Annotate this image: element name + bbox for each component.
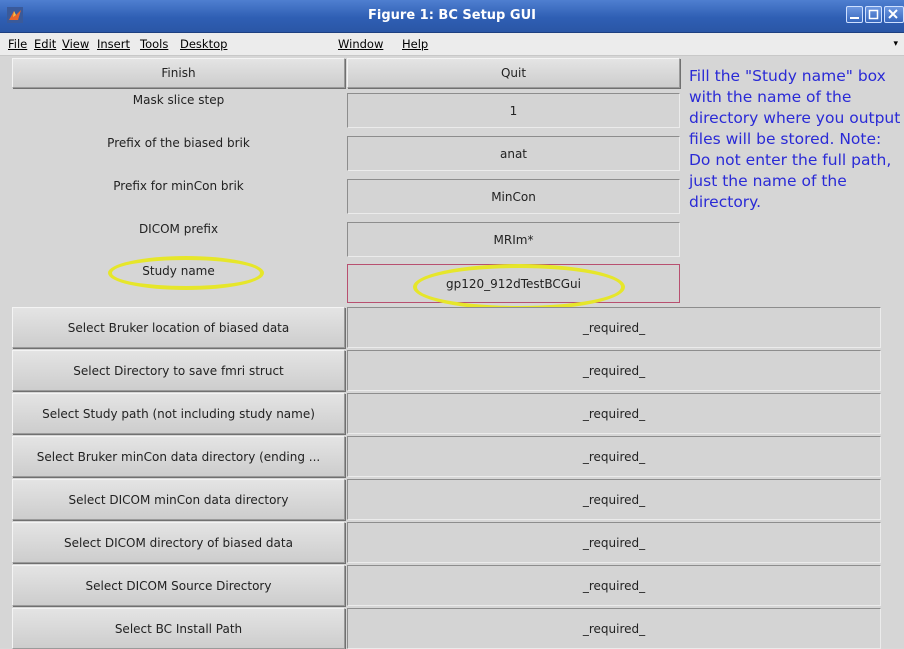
mincon-brik-prefix-field[interactable]: MinCon <box>347 179 680 214</box>
menu-view[interactable]: View <box>62 37 89 51</box>
select-fmri-struct-dir-button[interactable]: Select Directory to save fmri struct <box>12 350 345 391</box>
maximize-icon <box>868 9 879 20</box>
dicom-mincon-dir-field[interactable]: _required_ <box>347 479 881 520</box>
select-bc-install-path-button[interactable]: Select BC Install Path <box>12 608 345 649</box>
menu-bar: File Edit View Insert Tools Desktop Wind… <box>0 33 904 56</box>
dicom-prefix-field[interactable]: MRIm* <box>347 222 680 257</box>
menu-insert[interactable]: Insert <box>97 37 130 51</box>
menu-file[interactable]: File <box>8 37 27 51</box>
bc-install-path-field[interactable]: _required_ <box>347 608 881 649</box>
menu-tools[interactable]: Tools <box>140 37 168 51</box>
close-button[interactable] <box>884 6 904 23</box>
close-icon <box>888 9 898 19</box>
toolbar-arrow-icon[interactable]: ▾ <box>893 39 898 49</box>
fmri-struct-dir-field[interactable]: _required_ <box>347 350 881 391</box>
select-dicom-mincon-button[interactable]: Select DICOM minCon data directory <box>12 479 345 520</box>
select-dicom-biased-button[interactable]: Select DICOM directory of biased data <box>12 522 345 563</box>
dicom-prefix-label: DICOM prefix <box>138 222 219 236</box>
figure-content: Finish Quit Mask slice step 1 Prefix of … <box>0 56 904 649</box>
study-name-label: Study name <box>142 264 215 278</box>
select-study-path-button[interactable]: Select Study path (not including study n… <box>12 393 345 434</box>
menu-desktop[interactable]: Desktop <box>180 37 227 51</box>
study-name-field[interactable]: gp120_912dTestBCGui <box>347 264 680 303</box>
biased-brik-prefix-field[interactable]: anat <box>347 136 680 171</box>
menu-edit[interactable]: Edit <box>34 37 56 51</box>
select-dicom-source-button[interactable]: Select DICOM Source Directory <box>12 565 345 606</box>
title-bar: Figure 1: BC Setup GUI <box>0 0 904 33</box>
dicom-source-dir-field[interactable]: _required_ <box>347 565 881 606</box>
dicom-biased-dir-field[interactable]: _required_ <box>347 522 881 563</box>
bruker-biased-path-field[interactable]: _required_ <box>347 307 881 348</box>
finish-button[interactable]: Finish <box>12 58 345 88</box>
mask-slice-step-field[interactable]: 1 <box>347 93 680 128</box>
study-path-field[interactable]: _required_ <box>347 393 881 434</box>
select-bruker-biased-button[interactable]: Select Bruker location of biased data <box>12 307 345 348</box>
menu-help[interactable]: Help <box>402 37 428 51</box>
mincon-brik-prefix-label: Prefix for minCon brik <box>113 179 244 193</box>
mask-slice-step-label: Mask slice step <box>132 93 225 107</box>
maximize-button[interactable] <box>865 6 882 23</box>
minimize-icon <box>850 17 859 19</box>
window-title: Figure 1: BC Setup GUI <box>368 8 536 23</box>
quit-button[interactable]: Quit <box>347 58 680 88</box>
menu-window[interactable]: Window <box>338 37 383 51</box>
biased-brik-prefix-label: Prefix of the biased brik <box>107 136 250 150</box>
select-bruker-mincon-button[interactable]: Select Bruker minCon data directory (end… <box>12 436 345 477</box>
minimize-button[interactable] <box>846 6 863 23</box>
help-text: Fill the "Study name" box with the name … <box>689 67 901 211</box>
bruker-mincon-dir-field[interactable]: _required_ <box>347 436 881 477</box>
